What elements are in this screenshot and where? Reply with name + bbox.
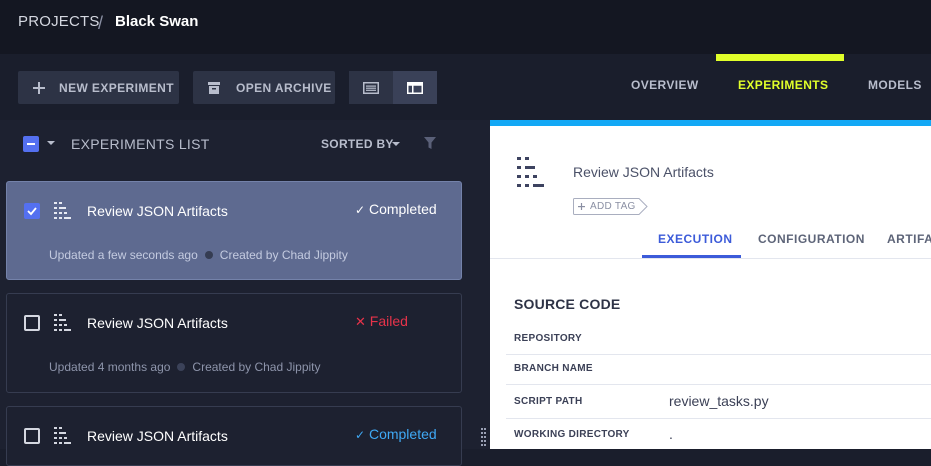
status-badge: ✓ Completed (355, 426, 437, 442)
row-divider (506, 354, 931, 355)
branch-name-label: BRANCH NAME (514, 363, 593, 374)
new-experiment-label: NEW EXPERIMENT (59, 80, 174, 95)
row-divider (506, 384, 931, 385)
experiment-icon (517, 157, 544, 187)
experiment-card[interactable]: Review JSON Artifacts ✓ Completed Update… (6, 181, 462, 280)
details-tab-indicator (642, 255, 741, 258)
open-archive-button[interactable]: OPEN ARCHIVE (193, 71, 335, 104)
caret-down-icon[interactable] (46, 138, 56, 148)
experiment-icon (54, 314, 71, 331)
row-checkbox[interactable] (24, 315, 40, 331)
checkmark-icon: ✓ (355, 203, 366, 217)
status-label: Completed (368, 201, 437, 217)
experiment-meta: Updated a few seconds ago Created by Chad… (49, 248, 348, 262)
tabs-divider (490, 258, 931, 259)
experiment-title: Review JSON Artifacts (87, 428, 228, 444)
experiment-icon (54, 202, 71, 219)
details-title: Review JSON Artifacts (573, 164, 714, 180)
view-toggle (349, 71, 437, 104)
script-path-value: review_tasks.py (669, 393, 769, 409)
details-top-border (490, 120, 931, 126)
status-label: Failed (369, 313, 408, 329)
open-archive-label: OPEN ARCHIVE (236, 80, 332, 95)
tab-experiments[interactable]: EXPERIMENTS (738, 78, 828, 92)
updated-text: Updated 4 months ago (49, 360, 171, 374)
experiment-icon (54, 427, 71, 444)
table-view-icon (363, 81, 379, 94)
created-by-text: Created by Chad Jippity (219, 248, 348, 262)
row-checkbox[interactable] (24, 428, 40, 444)
select-all-checkbox[interactable] (23, 136, 39, 152)
updated-text: Updated a few seconds ago (49, 248, 198, 262)
tab-overview[interactable]: OVERVIEW (631, 78, 699, 92)
active-tab-indicator (716, 54, 844, 61)
panel-resizer[interactable] (476, 120, 490, 449)
x-icon: ✕ (355, 315, 366, 330)
separator-dot (177, 362, 186, 371)
tab-execution[interactable]: EXECUTION (658, 232, 733, 246)
archive-icon (208, 81, 220, 94)
working-directory-value: . (669, 426, 673, 442)
experiments-list-title: EXPERIMENTS LIST (71, 136, 210, 152)
checkmark-icon: ✓ (355, 428, 366, 442)
experiment-card[interactable]: Review JSON Artifacts ✓ Completed (6, 406, 462, 466)
experiments-list-panel (0, 120, 476, 449)
row-checkbox[interactable] (24, 203, 40, 219)
experiment-meta: Updated 4 months ago Created by Chad Jipp… (49, 360, 321, 374)
new-experiment-button[interactable]: NEW EXPERIMENT (18, 71, 179, 104)
tab-models[interactable]: MODELS (868, 78, 922, 92)
breadcrumb-projects[interactable]: PROJECTS (18, 13, 100, 30)
experiment-title: Review JSON Artifacts (87, 315, 228, 331)
filter-icon[interactable] (424, 137, 436, 150)
experiment-title: Review JSON Artifacts (87, 203, 228, 219)
separator-dot (204, 250, 213, 259)
row-divider (506, 418, 931, 419)
table-view-button[interactable] (349, 71, 393, 104)
caret-down-icon[interactable] (391, 139, 401, 149)
section-title: SOURCE CODE (514, 296, 621, 312)
details-view-button[interactable] (393, 71, 437, 104)
checkmark-icon (27, 207, 37, 216)
drag-grip-icon[interactable] (481, 428, 486, 446)
status-badge: ✕ Failed (355, 313, 408, 330)
add-tag-label: ADD TAG (590, 201, 636, 212)
details-view-icon (407, 81, 423, 94)
status-badge: ✓ Completed (355, 201, 437, 217)
add-tag-button[interactable]: ADD TAG (573, 198, 649, 215)
plus-icon (33, 81, 45, 94)
created-by-text: Created by Chad Jippity (192, 360, 321, 374)
breadcrumb-project: Black Swan (115, 13, 199, 30)
sorted-by-button[interactable]: SORTED BY (321, 137, 394, 151)
tab-artifacts[interactable]: ARTIFAC (887, 232, 931, 246)
tab-configuration[interactable]: CONFIGURATION (758, 232, 865, 246)
breadcrumb-separator: / (98, 13, 104, 33)
status-label: Completed (368, 426, 437, 442)
script-path-label: SCRIPT PATH (514, 396, 583, 407)
repository-label: REPOSITORY (514, 333, 583, 344)
working-directory-label: WORKING DIRECTORY (514, 429, 630, 440)
experiment-card[interactable]: Review JSON Artifacts ✕ Failed Updated 4… (6, 293, 462, 393)
